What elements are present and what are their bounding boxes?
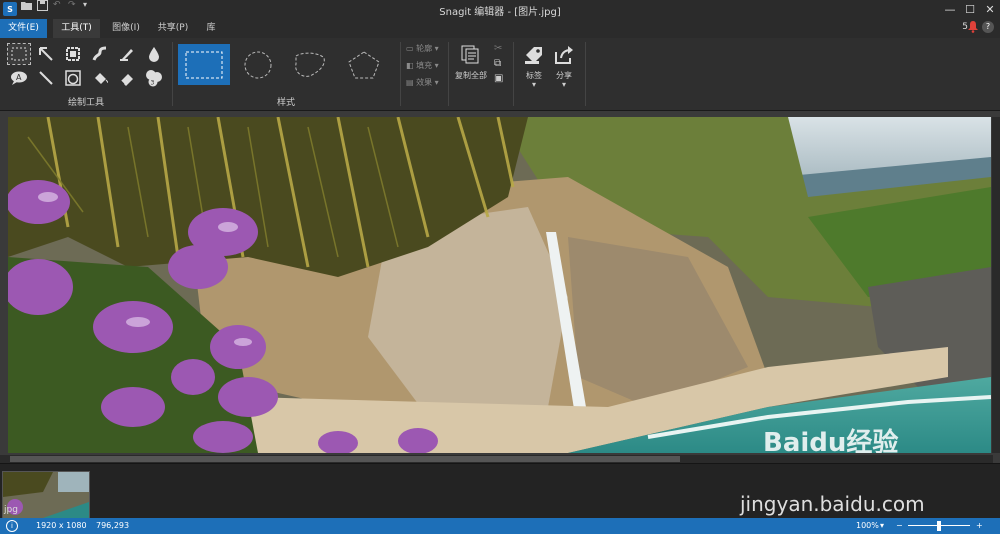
highlighter-tool-icon[interactable] xyxy=(116,44,138,64)
style-rectangle[interactable] xyxy=(178,44,230,85)
blur-tool-icon[interactable] xyxy=(143,44,165,64)
zoom-dropdown-icon[interactable]: ▾ xyxy=(880,521,884,530)
pen-tool-icon[interactable] xyxy=(89,44,111,64)
copy-icon[interactable]: ⧉ xyxy=(494,58,501,69)
ribbon-divider xyxy=(585,42,586,106)
selection-tool-icon[interactable] xyxy=(7,43,31,65)
fill-icon: ◧ xyxy=(406,61,417,70)
cursor-coordinates: 796,293 xyxy=(96,521,130,530)
line-tool-icon[interactable] xyxy=(35,68,57,88)
shape-tool-icon[interactable] xyxy=(62,68,84,88)
status-bar: i 1920 x 1080 796,293 100% ▾ − + xyxy=(0,518,1000,534)
help-icon[interactable]: ? xyxy=(982,21,994,33)
cut-icon[interactable]: ✂ xyxy=(494,43,502,54)
window-title: Snagit 编辑器 - [图片.jpg] xyxy=(439,7,561,18)
zoom-level[interactable]: 100% xyxy=(856,521,879,530)
stamp-tool-icon[interactable] xyxy=(62,44,84,64)
paste-icon[interactable]: ▣ xyxy=(494,73,503,84)
close-icon[interactable]: ✕ xyxy=(980,1,1000,17)
zoom-out-icon[interactable]: − xyxy=(896,521,903,530)
svg-text:3: 3 xyxy=(151,80,155,87)
tab-image[interactable]: 图像(I) xyxy=(106,19,146,38)
menu-tab-bar xyxy=(0,19,1000,38)
share-icon[interactable] xyxy=(553,44,575,66)
fill-option[interactable]: ◧ 填充 ▾ xyxy=(406,60,439,71)
share-dropdown-icon[interactable]: ▾ xyxy=(550,80,578,89)
tab-share[interactable]: 共享(P) xyxy=(152,19,194,38)
styles-label: 样式 xyxy=(276,98,295,108)
style-freehand[interactable] xyxy=(284,44,336,85)
copy-all-label[interactable]: 复制全部 xyxy=(452,70,490,81)
horizontal-scroll-thumb[interactable] xyxy=(10,456,680,462)
baidu-url-watermark: jingyan.baidu.com xyxy=(740,492,925,516)
zoom-in-icon[interactable]: + xyxy=(976,521,983,530)
arrow-tool-icon[interactable] xyxy=(35,44,57,64)
effects-icon: ▤ xyxy=(406,78,417,87)
info-icon[interactable]: i xyxy=(6,520,18,532)
tab-file[interactable]: 文件(E) xyxy=(0,19,47,38)
thumbnail-label: jpg xyxy=(4,505,18,515)
vertical-scrollbar[interactable] xyxy=(992,117,1000,453)
copy-all-icon[interactable] xyxy=(460,44,482,64)
style-polygon[interactable] xyxy=(338,44,390,85)
maximize-icon[interactable]: ☐ xyxy=(960,1,980,17)
tag-dropdown-icon[interactable]: ▾ xyxy=(520,80,548,89)
step-tool-icon[interactable]: 3 xyxy=(143,68,165,88)
fill-tool-icon[interactable] xyxy=(89,68,111,88)
tab-tools[interactable]: 工具(T) xyxy=(53,19,100,38)
bell-icon[interactable] xyxy=(968,21,978,33)
tab-library[interactable]: 库 xyxy=(200,19,222,38)
drawing-tools-label: 绘制工具 xyxy=(67,98,104,108)
eraser-tool-icon[interactable] xyxy=(116,68,138,88)
outline-option[interactable]: ▭ 轮廓 ▾ xyxy=(406,43,439,54)
callout-tool-icon[interactable]: A xyxy=(8,68,30,88)
ribbon-divider xyxy=(448,42,449,106)
effects-option[interactable]: ▤ 效果 ▾ xyxy=(406,77,439,88)
image-dimensions: 1920 x 1080 xyxy=(36,521,87,530)
style-ellipse[interactable] xyxy=(232,44,284,85)
svg-text:A: A xyxy=(16,73,22,82)
minimize-icon[interactable]: — xyxy=(940,1,960,17)
canvas-image[interactable]: Baidu经验 xyxy=(8,117,991,453)
outline-icon: ▭ xyxy=(406,44,417,53)
zoom-slider-thumb[interactable] xyxy=(937,521,941,531)
ribbon-divider xyxy=(400,42,401,106)
baidu-watermark: Baidu经验 xyxy=(763,428,899,453)
ribbon-divider xyxy=(513,42,514,106)
tag-icon[interactable] xyxy=(523,44,545,66)
